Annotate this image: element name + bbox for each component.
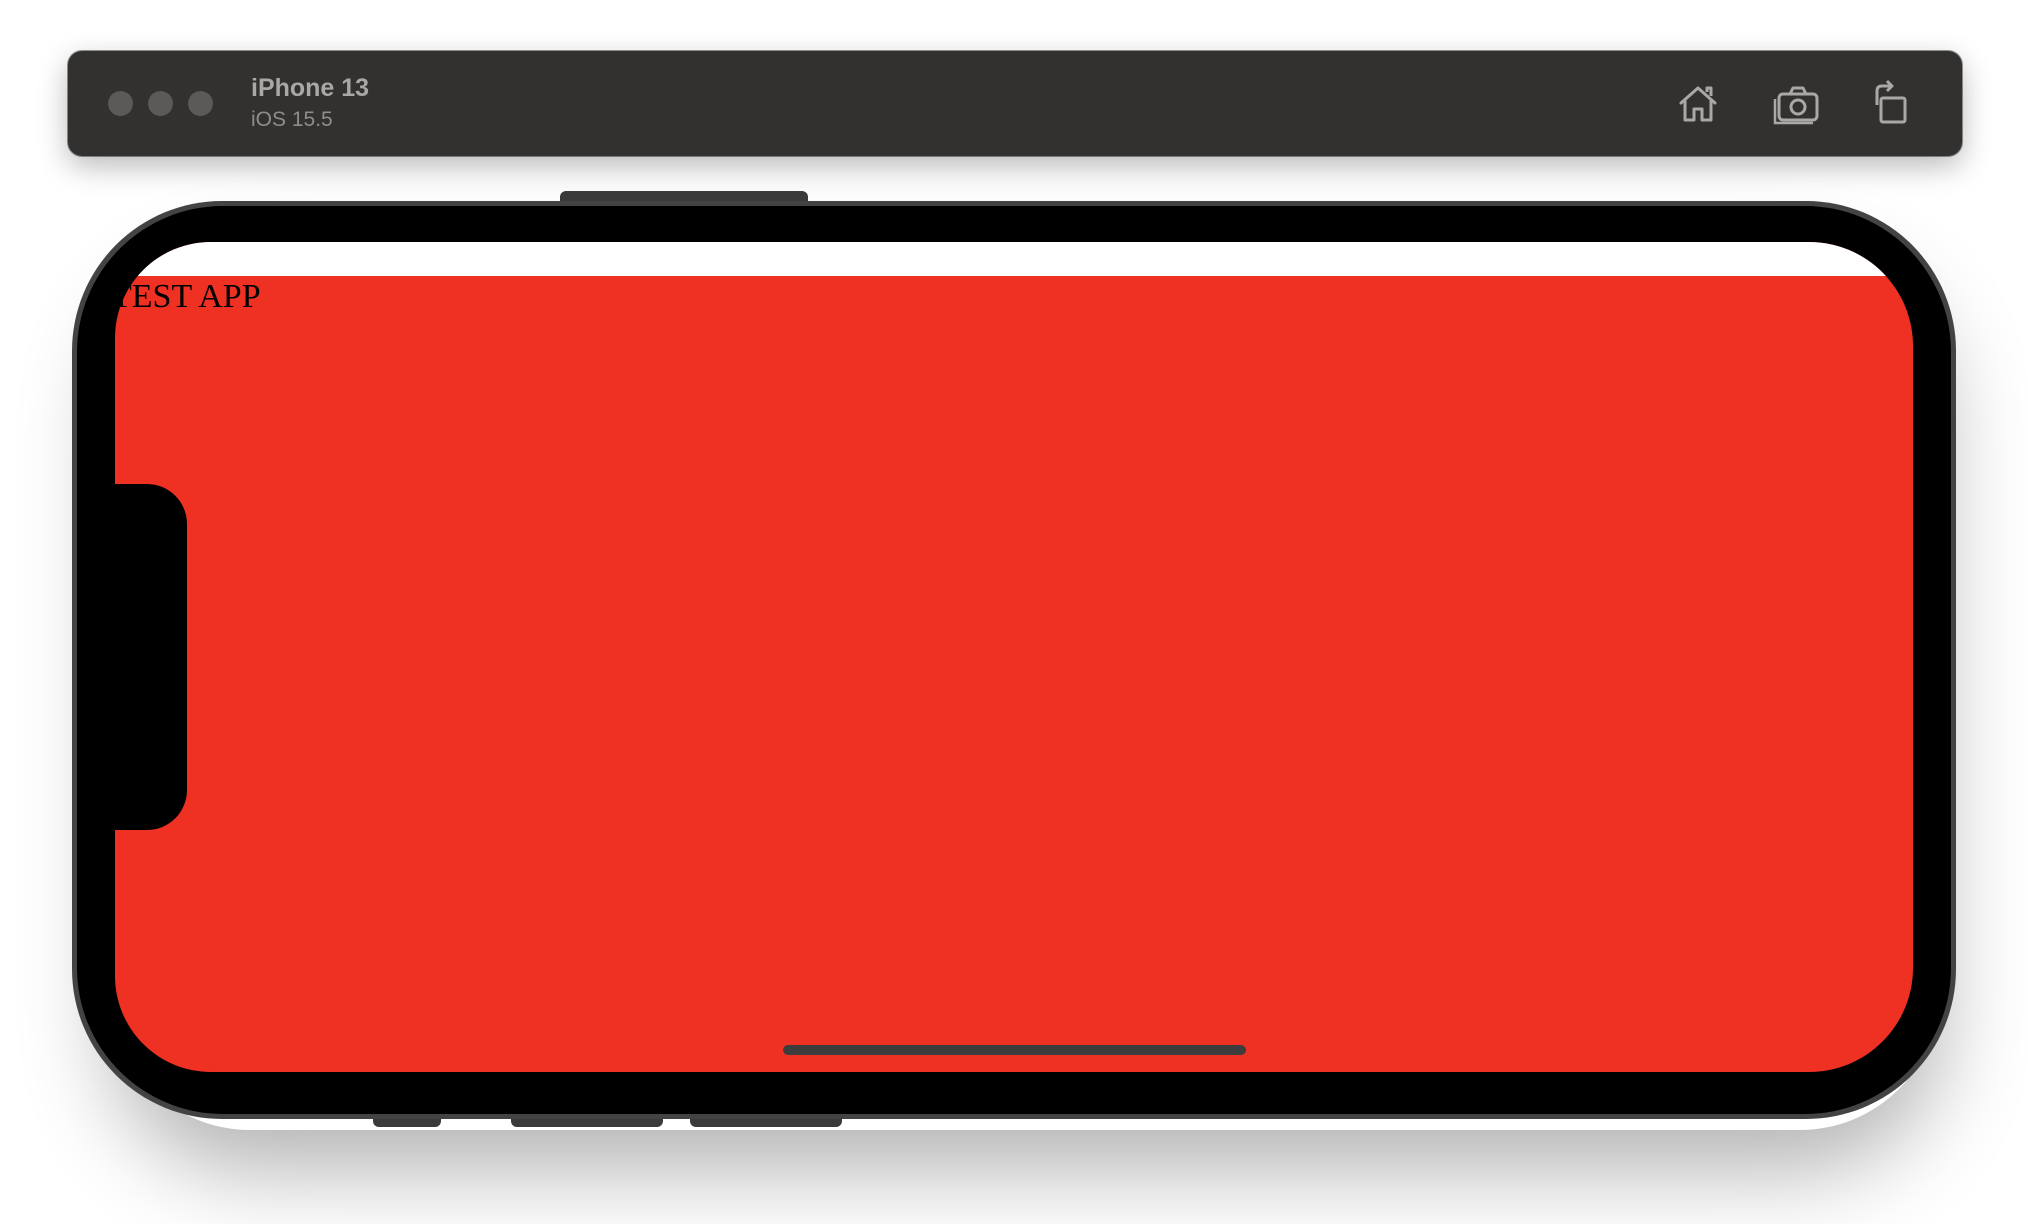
status-bar [115,242,1913,276]
window-close-button[interactable] [108,91,133,116]
app-title: TEST APP [115,278,261,315]
home-indicator[interactable] [783,1045,1246,1055]
window-zoom-button[interactable] [188,91,213,116]
camera-notch [115,484,187,830]
rotate-icon[interactable] [1865,79,1915,129]
app-screen[interactable]: TEST APP [115,242,1913,1072]
simulator-stage: iPhone 13 iOS 15.5 TEST APP [0,0,2028,1224]
device-os-version: iOS 15.5 [251,108,333,131]
screenshot-icon[interactable] [1773,79,1823,129]
device-name: iPhone 13 [251,74,370,102]
home-icon[interactable] [1673,79,1723,129]
simulator-titlebar: iPhone 13 iOS 15.5 [68,51,1962,156]
window-minimize-button[interactable] [148,91,173,116]
